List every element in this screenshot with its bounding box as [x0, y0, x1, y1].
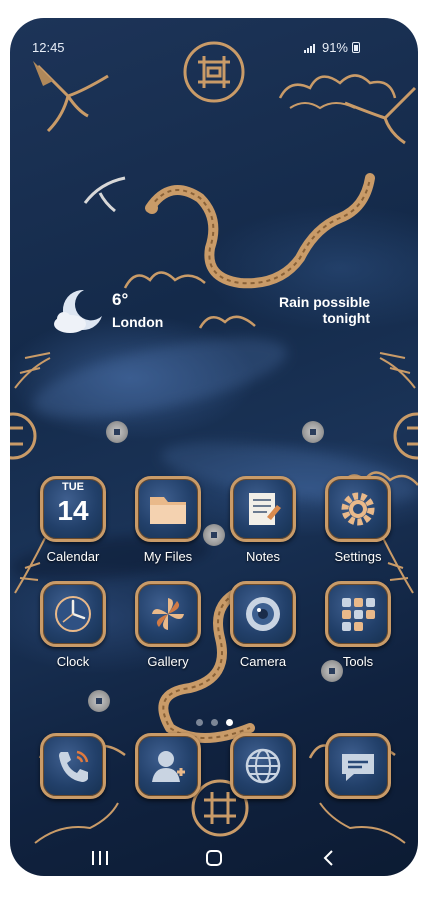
- app-label: My Files: [143, 549, 193, 564]
- status-bar: 12:45 91%: [10, 40, 418, 60]
- folder-icon: [135, 476, 201, 542]
- weather-city: London: [112, 314, 164, 330]
- app-label: Clock: [56, 654, 90, 669]
- page-dot-active[interactable]: [225, 719, 233, 726]
- pinwheel-icon: [135, 581, 201, 647]
- medallion-ornament: [10, 412, 37, 460]
- app-label: Camera: [239, 654, 287, 669]
- globe-icon: [230, 733, 296, 799]
- coin-ornament: [88, 690, 110, 712]
- app-label: Calendar: [46, 549, 100, 564]
- status-time: 12:45: [32, 40, 65, 55]
- dock-internet[interactable]: [217, 733, 309, 799]
- calendar-date: 14: [57, 495, 89, 526]
- coin-ornament: [106, 421, 128, 443]
- messages-icon: [325, 733, 391, 799]
- battery-icon: [352, 42, 360, 53]
- tools-folder-icon: [325, 581, 391, 647]
- page-dot[interactable]: [195, 719, 203, 726]
- signal-icon: [303, 44, 315, 53]
- forecast-line: tonight: [322, 310, 370, 326]
- crane-ornament: [83, 176, 126, 213]
- app-gallery[interactable]: Gallery: [122, 581, 214, 669]
- back-button[interactable]: [308, 844, 348, 872]
- crane-ornament: [33, 61, 109, 133]
- calendar-icon: TUE 14: [40, 476, 106, 542]
- battery-percent: 91%: [321, 40, 348, 55]
- app-label: Settings: [334, 549, 382, 564]
- app-label: Gallery: [147, 654, 189, 669]
- navigation-bar: [10, 836, 418, 876]
- app-label: Notes: [246, 549, 280, 564]
- forecast-line: Rain possible: [278, 294, 370, 310]
- page-dot[interactable]: [210, 719, 218, 726]
- cloud-ornament: [278, 74, 397, 110]
- dock-contacts[interactable]: [122, 733, 214, 799]
- app-clock[interactable]: Clock: [27, 581, 119, 669]
- app-tools[interactable]: Tools: [312, 581, 404, 669]
- camera-lens-icon: [230, 581, 296, 647]
- app-label: Tools: [342, 654, 374, 669]
- weather-temperature: 6°: [112, 290, 129, 309]
- weather-widget[interactable]: 6° London Rain possible tonight: [50, 286, 390, 346]
- gear-icon: [325, 476, 391, 542]
- dock-phone[interactable]: [27, 733, 119, 799]
- dock-messages[interactable]: [312, 733, 404, 799]
- app-settings[interactable]: Settings: [312, 476, 404, 564]
- app-camera[interactable]: Camera: [217, 581, 309, 669]
- contacts-icon: [135, 733, 201, 799]
- notes-icon: [230, 476, 296, 542]
- clock-icon: [40, 581, 106, 647]
- coin-ornament: [302, 421, 324, 443]
- phone-icon: [40, 733, 106, 799]
- recents-button[interactable]: [80, 844, 120, 872]
- phone-screen: 12:45 91% 6° London Rain possible tonigh…: [10, 18, 418, 876]
- home-button[interactable]: [194, 844, 234, 872]
- app-calendar[interactable]: TUE 14 Calendar: [27, 476, 119, 564]
- app-notes[interactable]: Notes: [217, 476, 309, 564]
- app-my-files[interactable]: My Files: [122, 476, 214, 564]
- moon-cloud-icon: [54, 289, 102, 333]
- calendar-day: TUE: [62, 481, 84, 493]
- weather-forecast: Rain possible tonight: [230, 294, 370, 326]
- page-indicator: [10, 713, 418, 731]
